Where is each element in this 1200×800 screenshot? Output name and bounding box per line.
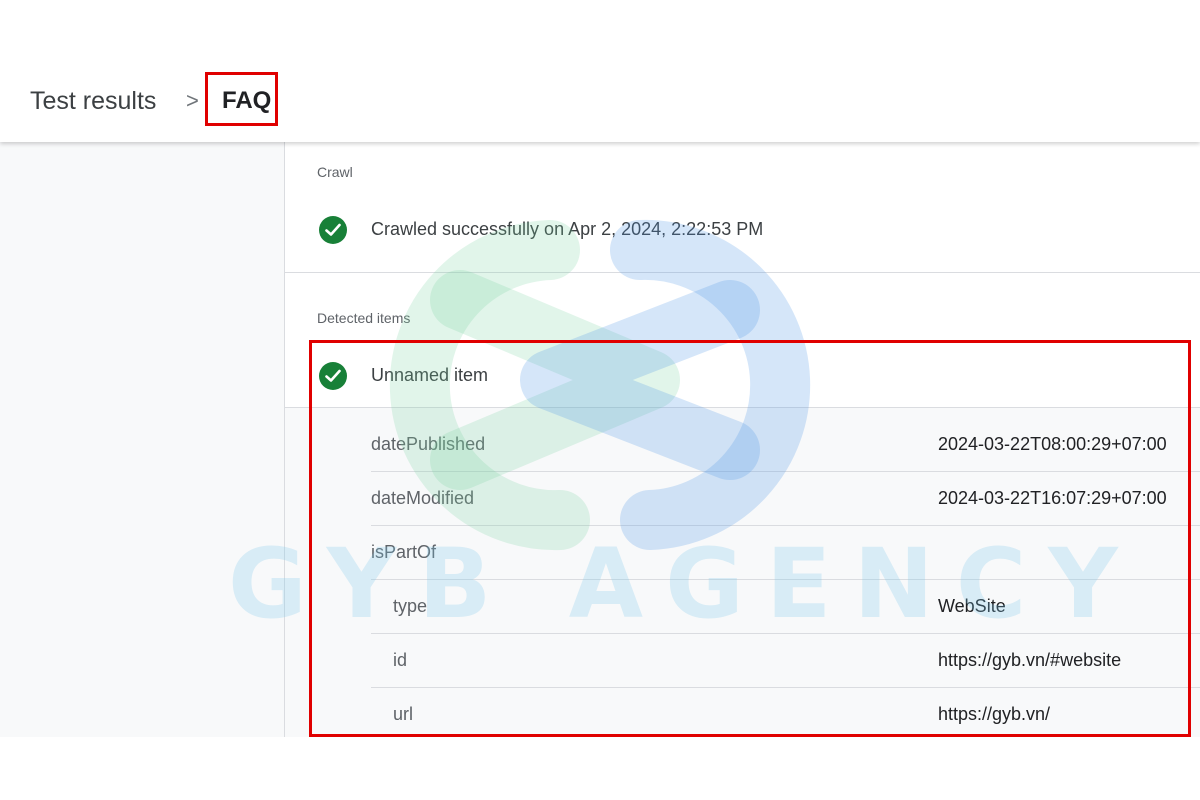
chevron-right-icon: > [186, 88, 199, 113]
detected-items-highlight-box [309, 340, 1191, 737]
crawl-label: Crawl [317, 164, 353, 180]
page-bottom-margin [0, 737, 1200, 800]
crawl-status-text: Crawled successfully on Apr 2, 2024, 2:2… [371, 219, 764, 239]
check-circle-icon [319, 216, 347, 244]
detected-items-label: Detected items [317, 310, 411, 326]
left-pane [0, 142, 285, 737]
breadcrumb-root[interactable]: Test results [30, 86, 156, 116]
section-divider [285, 272, 1200, 273]
faq-highlight-box [205, 72, 278, 126]
header: Test results > FAQ [0, 0, 1200, 142]
